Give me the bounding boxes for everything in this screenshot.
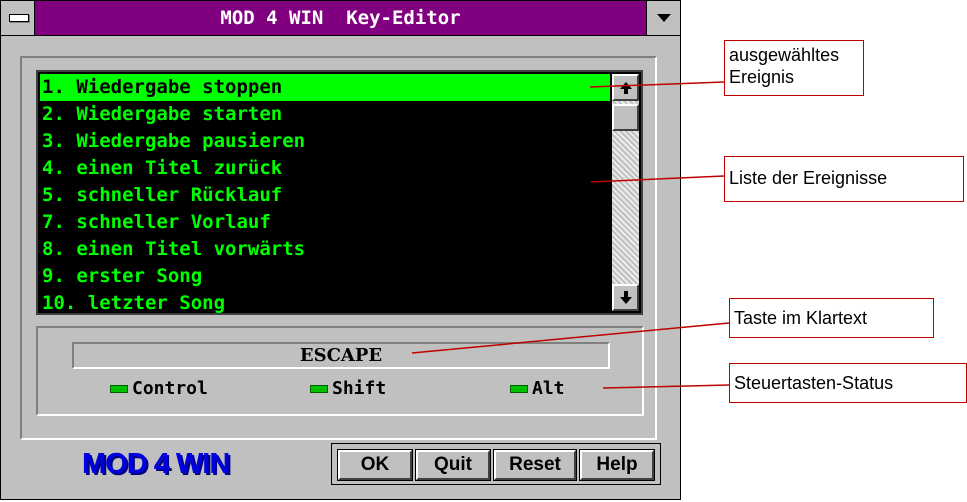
app-logo: MOD 4 WIN [82,448,230,480]
list-item[interactable]: 2. Wiedergabe starten [40,101,610,128]
key-panel [36,326,644,416]
callout-selected-event: ausgewähltes Ereignis [724,40,864,96]
modifier-control: Control [110,376,208,402]
modifier-alt: Alt [510,376,565,402]
led-indicator-icon [510,385,528,393]
led-indicator-icon [110,385,128,393]
list-item[interactable]: 7. schneller Vorlauf [40,209,610,236]
list-item-selected[interactable]: 1. Wiedergabe stoppen [40,74,610,101]
button-bar: OK Quit Reset Help [331,443,661,485]
reset-button[interactable]: Reset [493,449,577,481]
event-list: 1. Wiedergabe stoppen 2. Wiedergabe star… [40,74,610,317]
modifier-shift-label: Shift [332,378,387,399]
list-item[interactable]: 3. Wiedergabe pausieren [40,128,610,155]
list-item[interactable]: 9. erster Song [40,263,610,290]
help-button[interactable]: Help [579,449,655,481]
callout-key-text: Taste im Klartext [729,298,934,338]
list-item[interactable]: 8. einen Titel vorwärts [40,236,610,263]
arrow-down-icon [620,297,632,304]
vertical-scrollbar[interactable] [612,74,639,311]
arrow-up-icon-stem [624,88,628,94]
quit-button[interactable]: Quit [415,449,491,481]
system-menu-icon [9,14,29,22]
key-text-field: ESCAPE [72,342,610,369]
modifier-control-label: Control [132,378,208,399]
window-title: MOD 4 WIN Key-Editor [220,7,461,29]
callout-selected-line1: ausgewähltes [729,45,840,65]
list-item[interactable]: 4. einen Titel zurück [40,155,610,182]
callout-modifier-status: Steuertasten-Status [729,363,967,403]
system-menu-button[interactable] [1,1,35,35]
scroll-down-button[interactable] [612,284,639,311]
callout-selected-line2: Ereignis [729,67,795,87]
callout-event-list: Liste der Ereignisse [724,156,964,202]
chevron-down-icon [657,14,671,22]
modifier-alt-label: Alt [532,378,565,399]
minimize-button[interactable] [646,1,680,35]
list-item[interactable]: 5. schneller Rücklauf [40,182,610,209]
event-listbox[interactable]: 1. Wiedergabe stoppen 2. Wiedergabe star… [36,70,643,315]
scroll-up-button[interactable] [612,74,639,101]
ok-button[interactable]: OK [337,449,413,481]
title-bar[interactable]: MOD 4 WIN Key-Editor [1,1,680,36]
led-indicator-icon [310,385,328,393]
scroll-thumb[interactable] [612,104,639,131]
list-item[interactable]: 10. letzter Song [40,290,610,317]
modifier-shift: Shift [310,376,386,402]
